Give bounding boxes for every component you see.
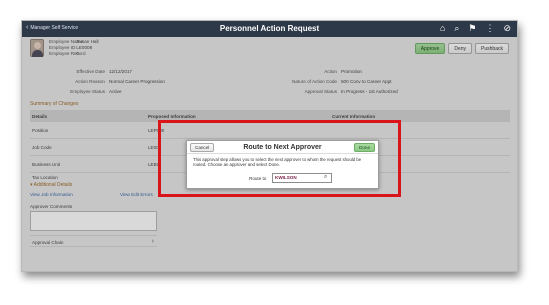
search-icon[interactable]: ⌕	[454, 23, 459, 33]
modal-message: This approval step allows you to select …	[193, 157, 362, 168]
menu-icon[interactable]: ⋮	[485, 23, 494, 33]
search-icon[interactable]: ⌕	[324, 174, 327, 181]
route-to-label: Route to	[249, 176, 267, 181]
flag-icon[interactable]: ⚑	[468, 23, 476, 33]
route-to-input[interactable]: KWILSON	[272, 173, 332, 183]
app-window: ‹ Manager Self Service Personnel Action R…	[21, 20, 518, 272]
home-icon[interactable]: ⌂	[440, 23, 445, 33]
top-banner: ‹ Manager Self Service Personnel Action R…	[22, 21, 517, 37]
banner-icons: ⌂ ⌕ ⚑ ⋮ ⊘	[440, 23, 511, 33]
modal-title: Route to Next Approver	[243, 144, 322, 151]
modal-header: Cancel Route to Next Approver Done	[187, 141, 378, 154]
route-modal: Cancel Route to Next Approver Done This …	[186, 140, 379, 189]
done-button[interactable]: Done	[354, 143, 375, 152]
nav-circle-icon[interactable]: ⊘	[503, 23, 511, 33]
